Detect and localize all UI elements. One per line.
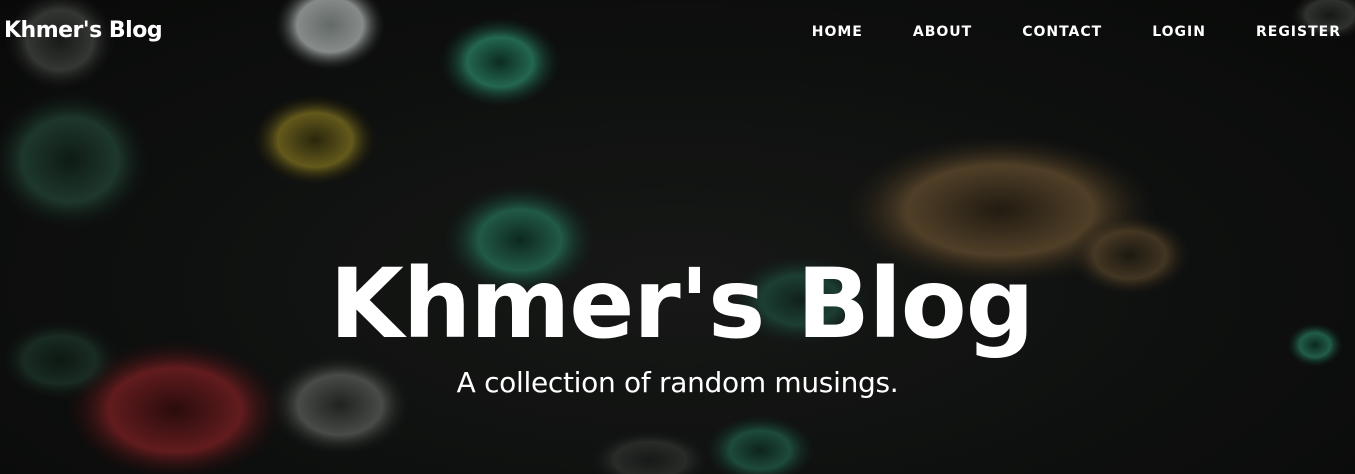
nav-link-contact[interactable]: CONTACT (972, 24, 1102, 40)
navbar-links: HOME ABOUT CONTACT LOGIN REGISTER (762, 24, 1341, 40)
nav-item-contact: CONTACT (972, 24, 1102, 40)
main-navbar: Khmer's Blog HOME ABOUT CONTACT LOGIN RE… (0, 0, 1355, 68)
image-overlay (0, 0, 1355, 474)
masthead-hero: Khmer's Blog HOME ABOUT CONTACT LOGIN RE… (0, 0, 1355, 474)
nav-link-login[interactable]: LOGIN (1102, 24, 1206, 40)
nav-link-register[interactable]: REGISTER (1206, 24, 1341, 40)
nav-item-about: ABOUT (863, 24, 972, 40)
site-title: Khmer's Blog (329, 248, 1035, 360)
nav-item-register: REGISTER (1206, 24, 1341, 40)
site-subheading: A collection of random musings. (456, 366, 899, 399)
navbar-brand-link[interactable]: Khmer's Blog (4, 18, 163, 43)
nav-item-login: LOGIN (1102, 24, 1206, 40)
nav-link-home[interactable]: HOME (762, 24, 863, 40)
site-heading: Khmer's Blog A collection of random musi… (0, 250, 1355, 400)
nav-item-home: HOME (762, 24, 863, 40)
nav-link-about[interactable]: ABOUT (863, 24, 972, 40)
